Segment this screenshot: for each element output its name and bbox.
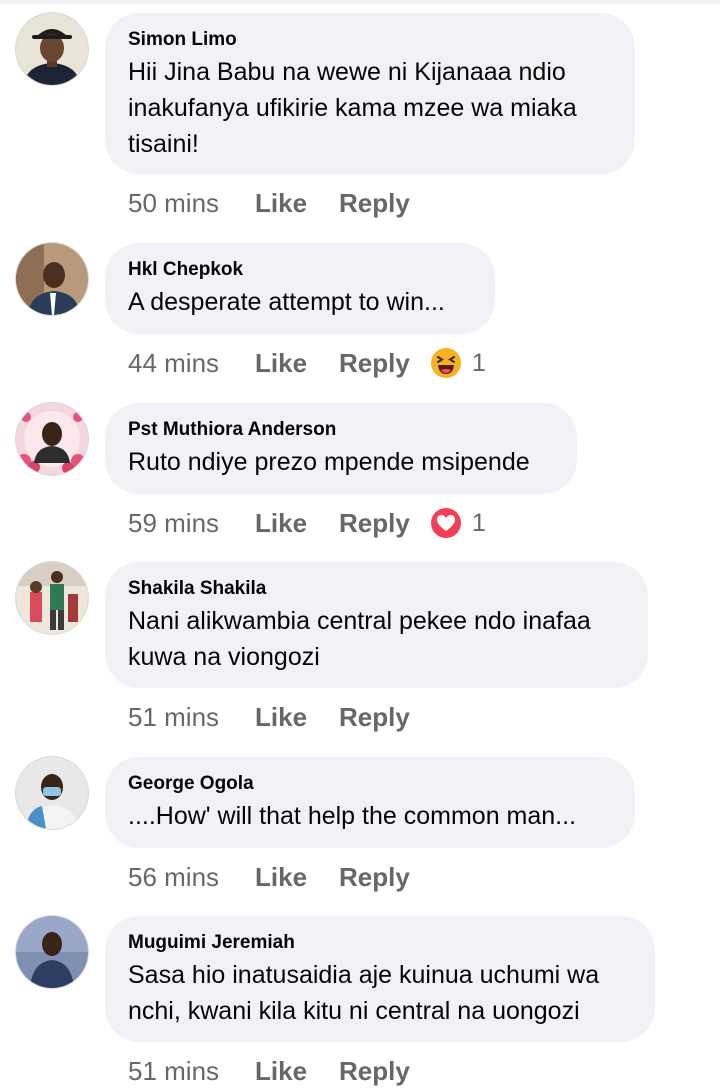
like-button[interactable]: Like bbox=[255, 508, 339, 539]
comment-text-line: nchi, kwani kila kitu ni central na uong… bbox=[128, 997, 580, 1025]
like-button[interactable]: Like bbox=[255, 348, 339, 379]
reply-button[interactable]: Reply bbox=[339, 508, 410, 539]
comment-timestamp[interactable]: 51 mins bbox=[128, 702, 255, 733]
reply-button[interactable]: Reply bbox=[339, 1056, 410, 1087]
haha-emoji-icon bbox=[430, 348, 461, 378]
comment-bubble: Simon Limo Hii Jina Babu na wewe ni Kija… bbox=[105, 13, 635, 174]
avatar[interactable] bbox=[16, 403, 88, 475]
comment-text-line: Hii Jina Babu na wewe ni Kijanaaa ndio bbox=[128, 58, 566, 86]
love-reaction-icon bbox=[430, 508, 461, 538]
reply-button[interactable]: Reply bbox=[339, 702, 410, 733]
comment-actions: 59 mins Like Reply 1 bbox=[128, 506, 486, 540]
comment-text-line: kuwa na viongozi bbox=[128, 643, 320, 671]
reaction-count: 1 bbox=[471, 508, 486, 537]
top-divider bbox=[0, 0, 720, 4]
comment-timestamp[interactable]: 59 mins bbox=[128, 508, 255, 539]
comment-text: ....How' will that help the common man..… bbox=[128, 798, 611, 834]
comment-actions: 50 mins Like Reply bbox=[128, 186, 410, 220]
reaction-summary[interactable]: 1 bbox=[430, 507, 486, 539]
avatar[interactable] bbox=[16, 13, 88, 85]
like-button[interactable]: Like bbox=[255, 188, 339, 219]
comment-text-line: Nani alikwambia central pekee ndo inafaa bbox=[128, 607, 591, 635]
like-button[interactable]: Like bbox=[255, 1056, 339, 1087]
comment-author-name[interactable]: Pst Muthiora Anderson bbox=[128, 419, 553, 441]
comment-bubble: George Ogola ....How' will that help the… bbox=[105, 757, 635, 848]
comment-author-name[interactable]: Simon Limo bbox=[128, 29, 611, 51]
comment-author-name[interactable]: George Ogola bbox=[128, 773, 611, 795]
avatar[interactable] bbox=[16, 562, 88, 634]
comment-bubble: Muguimi Jeremiah Sasa hio inatusaidia aj… bbox=[105, 916, 655, 1042]
comment-actions: 56 mins Like Reply bbox=[128, 860, 410, 894]
avatar[interactable] bbox=[16, 243, 88, 315]
comment-text-line: Sasa hio inatusaidia aje kuinua uchumi w… bbox=[128, 961, 600, 989]
comment-text-line: tisaini! bbox=[128, 130, 199, 158]
comment-timestamp[interactable]: 44 mins bbox=[128, 348, 255, 379]
comment-author-name[interactable]: Shakila Shakila bbox=[128, 578, 624, 600]
comment-bubble: Pst Muthiora Anderson Ruto ndiye prezo m… bbox=[105, 403, 577, 494]
reaction-count: 1 bbox=[471, 348, 486, 377]
reply-button[interactable]: Reply bbox=[339, 188, 410, 219]
reply-button[interactable]: Reply bbox=[339, 862, 410, 893]
comment-text-line: ....How' will that help the common man..… bbox=[128, 802, 577, 830]
comment-text-line: Ruto ndiye prezo mpende msipende bbox=[128, 448, 530, 476]
comment-author-name[interactable]: Hkl Chepkok bbox=[128, 259, 471, 281]
comment-actions: 51 mins Like Reply bbox=[128, 700, 410, 734]
comment-actions: 51 mins Like Reply bbox=[128, 1054, 410, 1088]
comment-text: Nani alikwambia central pekee ndo inafaa… bbox=[128, 603, 624, 675]
comment-text-line: inakufanya ufikirie kama mzee wa miaka bbox=[128, 94, 577, 122]
reply-button[interactable]: Reply bbox=[339, 348, 410, 379]
comment-timestamp[interactable]: 56 mins bbox=[128, 862, 255, 893]
comment-timestamp[interactable]: 51 mins bbox=[128, 1056, 255, 1087]
comment-text: A desperate attempt to win... bbox=[128, 284, 471, 320]
comment-text: Ruto ndiye prezo mpende msipende bbox=[128, 444, 553, 480]
comment-author-name[interactable]: Muguimi Jeremiah bbox=[128, 932, 631, 954]
avatar[interactable] bbox=[16, 916, 88, 988]
comment-text-line: A desperate attempt to win... bbox=[128, 288, 445, 316]
reaction-summary[interactable]: 1 bbox=[430, 347, 486, 379]
comment-text: Hii Jina Babu na wewe ni Kijanaaa ndio in… bbox=[128, 54, 611, 162]
comment-bubble: Hkl Chepkok A desperate attempt to win..… bbox=[105, 243, 495, 334]
comment-timestamp[interactable]: 50 mins bbox=[128, 188, 255, 219]
like-button[interactable]: Like bbox=[255, 702, 339, 733]
avatar[interactable] bbox=[16, 757, 88, 829]
like-button[interactable]: Like bbox=[255, 862, 339, 893]
comment-bubble: Shakila Shakila Nani alikwambia central … bbox=[105, 562, 648, 688]
comment-actions: 44 mins Like Reply 1 bbox=[128, 346, 486, 380]
comment-text: Sasa hio inatusaidia aje kuinua uchumi w… bbox=[128, 957, 631, 1029]
